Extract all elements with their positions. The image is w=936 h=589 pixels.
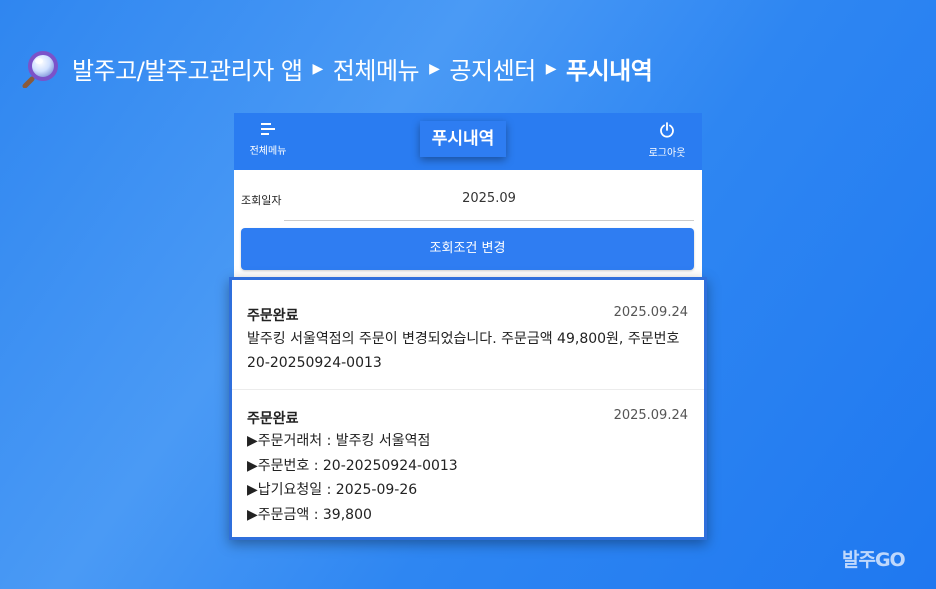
menu-label: 전체메뉴 xyxy=(249,146,287,157)
logout-label: 로그아웃 xyxy=(648,148,686,159)
notification-line: ▶납기요청일 : 2025-09-26 xyxy=(247,482,418,498)
power-icon xyxy=(659,122,675,141)
query-date-value[interactable]: 2025.09 xyxy=(284,191,694,206)
notification-line: ▶주문금액 : 39,800 xyxy=(247,506,372,523)
query-date-label: 조회일자 xyxy=(241,194,282,207)
notification-line: ▶주문번호 : 20-20250924-0013 xyxy=(247,457,458,474)
breadcrumb-current: 푸시내역 xyxy=(566,56,653,85)
notification-date: 2025.09.24 xyxy=(613,305,688,320)
breadcrumb-item-app[interactable]: 발주고/발주고관리자 앱 xyxy=(72,51,303,86)
logout-button[interactable]: 로그아웃 xyxy=(637,122,697,159)
notification-line: 발주킹 서울역점의 주문이 변경되었습니다. 주문금액 49,800원, 주문번… xyxy=(247,331,680,347)
push-notification-list: 주문완료 2025.09.24 발주킹 서울역점의 주문이 변경되었습니다. 주… xyxy=(229,277,707,540)
app-screen: 전체메뉴 푸시내역 로그아웃 조회일자 2025.09 조회조건 변경 xyxy=(234,113,702,283)
list-item[interactable]: 주문완료 2025.09.24 발주킹 서울역점의 주문이 변경되었습니다. 주… xyxy=(232,280,704,390)
menu-button[interactable]: 전체메뉴 xyxy=(238,122,298,157)
magnifier-icon xyxy=(22,48,60,89)
breadcrumb-separator: ▶ xyxy=(545,61,557,77)
breadcrumb-separator: ▶ xyxy=(429,61,440,77)
notification-line: ▶주문거래처 : 발주킹 서울역점 xyxy=(247,433,431,449)
notification-body: 발주킹 서울역점의 주문이 변경되었습니다. 주문금액 49,800원, 주문번… xyxy=(247,327,687,375)
breadcrumb-separator: ▶ xyxy=(312,61,324,77)
app-header: 전체메뉴 푸시내역 로그아웃 xyxy=(234,113,702,170)
notification-date: 2025.09.24 xyxy=(613,408,688,423)
change-query-button[interactable]: 조회조건 변경 xyxy=(241,228,694,270)
breadcrumb: 발주고/발주고관리자 앱 ▶ 전체메뉴 ▶ 공지센터 ▶ 푸시내역 xyxy=(22,48,653,89)
brand-logo: 발주GO xyxy=(842,549,906,571)
query-date-row: 조회일자 2025.09 xyxy=(234,183,702,223)
notification-title: 주문완료 xyxy=(247,411,299,427)
menu-icon xyxy=(259,123,277,139)
divider xyxy=(284,220,694,221)
notification-line: 20-20250924-0013 xyxy=(247,355,382,371)
breadcrumb-item-menu[interactable]: 전체메뉴 xyxy=(333,51,420,86)
list-item[interactable]: 주문완료 2025.09.24 ▶주문거래처 : 발주킹 서울역점 ▶주문번호 … xyxy=(232,390,704,540)
breadcrumb-item-notice-center[interactable]: 공지센터 xyxy=(449,51,536,86)
notification-body: ▶주문거래처 : 발주킹 서울역점 ▶주문번호 : 20-20250924-00… xyxy=(247,429,687,527)
page-title: 푸시내역 xyxy=(420,121,506,157)
notification-title: 주문완료 xyxy=(247,308,299,324)
